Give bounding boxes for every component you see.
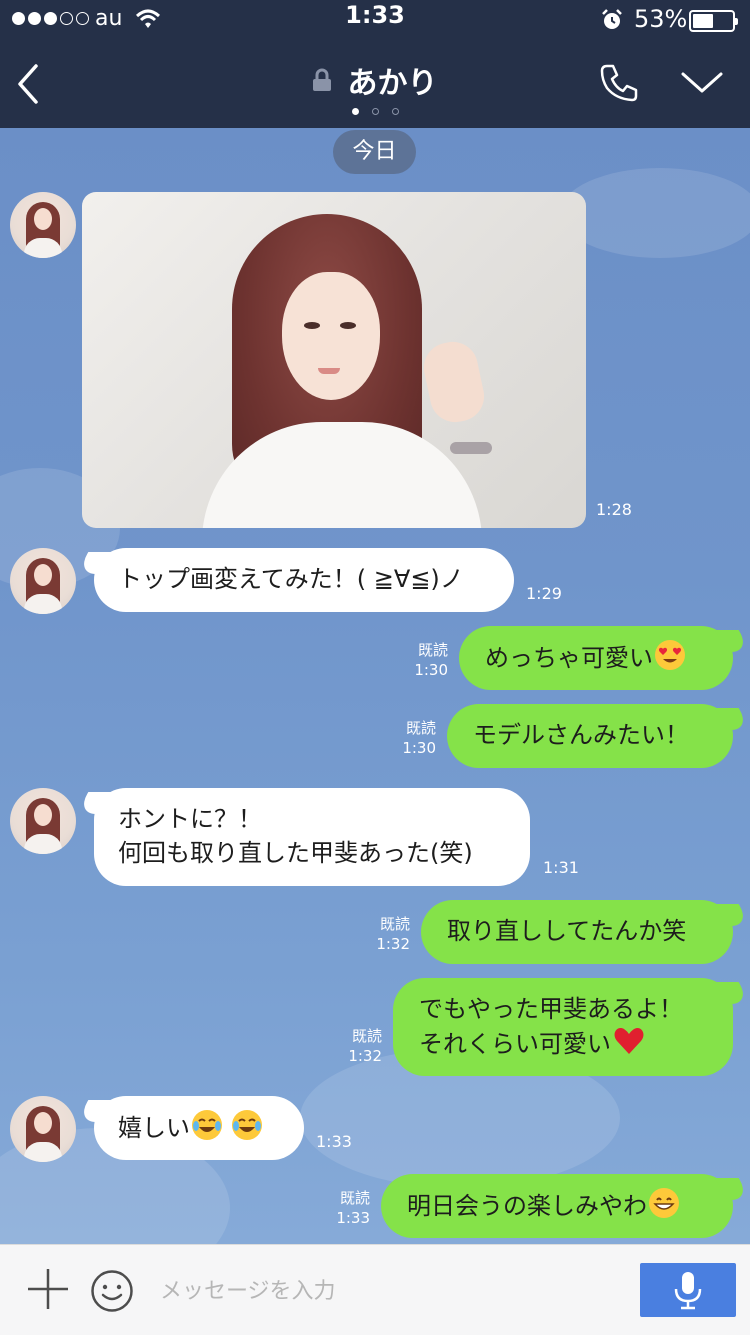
message-time: 1:31 (543, 858, 579, 877)
contact-avatar[interactable] (10, 1096, 76, 1162)
lock-icon (313, 68, 332, 91)
incoming-message-bubble[interactable]: ホントに？！ 何回も取り直した甲斐あった(笑) (94, 788, 530, 886)
message-text: 取り直ししてたんか笑 (447, 917, 687, 945)
battery-icon (689, 10, 738, 32)
message-text: 嬉しい (118, 1114, 190, 1142)
outgoing-message-bubble[interactable]: 明日会うの楽しみやわ (381, 1174, 733, 1238)
message-input[interactable] (158, 1267, 622, 1315)
grinning-emoji-icon (649, 1188, 679, 1218)
read-receipt: 既読 1:33 (336, 1189, 370, 1227)
outgoing-message-bubble[interactable]: めっちゃ可愛い (459, 626, 733, 690)
page-indicator-dot (391, 108, 399, 115)
phone-icon[interactable] (598, 62, 640, 104)
page-indicator-dot (351, 108, 359, 115)
chevron-down-icon[interactable] (680, 70, 724, 96)
tears-of-joy-emoji-icon (192, 1110, 222, 1140)
message-text: めっちゃ可愛い (485, 644, 653, 672)
message-text-line: でもやった甲斐あるよ！ (419, 995, 683, 1023)
status-bar: au 1:33 53% (0, 0, 750, 40)
read-receipt: 既読 1:30 (414, 641, 448, 679)
contact-avatar[interactable] (10, 192, 76, 258)
photo-message[interactable] (82, 192, 586, 528)
tears-of-joy-emoji-icon (231, 1110, 262, 1140)
message-text-line: それくらい可愛い (419, 1030, 611, 1058)
message-text: 明日会うの楽しみやわ (407, 1192, 647, 1220)
message-time: 1:28 (596, 500, 632, 519)
voice-message-button[interactable] (640, 1263, 736, 1317)
contact-name: あかり (347, 66, 438, 101)
plus-icon[interactable] (26, 1267, 70, 1311)
read-receipt: 既読 1:30 (402, 719, 436, 757)
contact-avatar[interactable] (10, 548, 76, 614)
cloud (560, 168, 750, 258)
alarm-icon (602, 9, 622, 29)
outgoing-message-bubble[interactable]: でもやった甲斐あるよ！ それくらい可愛い (393, 978, 733, 1076)
chat-area[interactable]: 今日 1:28 トップ画変えてみた！( ≧∀≦)ノ 1:29 既読 1:30 めっ… (0, 128, 750, 1244)
chat-header: あかり (0, 40, 750, 128)
message-text-line: ホントに？！ (118, 805, 262, 833)
date-separator: 今日 (333, 130, 416, 174)
outgoing-message-bubble[interactable]: モデルさんみたい！ (447, 704, 733, 768)
message-text: モデルさんみたい！ (473, 721, 689, 749)
emoji-smiley-icon[interactable] (90, 1269, 134, 1313)
incoming-message-bubble[interactable]: 嬉しい (94, 1096, 304, 1160)
page-indicator (0, 108, 750, 115)
red-heart-emoji-icon (614, 1028, 644, 1054)
page-indicator-dot (371, 108, 379, 115)
heart-eyes-emoji-icon (655, 640, 685, 670)
read-receipt: 既読 1:32 (348, 1027, 382, 1065)
outgoing-message-bubble[interactable]: 取り直ししてたんか笑 (421, 900, 733, 964)
contact-avatar[interactable] (10, 788, 76, 854)
message-time: 1:33 (316, 1132, 352, 1151)
message-input-bar (0, 1244, 750, 1335)
message-text: トップ画変えてみた！( ≧∀≦)ノ (118, 565, 464, 593)
read-receipt: 既読 1:32 (376, 915, 410, 953)
message-text-line: 何回も取り直した甲斐あった(笑) (118, 839, 473, 867)
message-time: 1:29 (526, 584, 562, 603)
battery-percent: 53% (634, 5, 688, 33)
microphone-icon (674, 1272, 702, 1310)
incoming-message-bubble[interactable]: トップ画変えてみた！( ≧∀≦)ノ (94, 548, 514, 612)
